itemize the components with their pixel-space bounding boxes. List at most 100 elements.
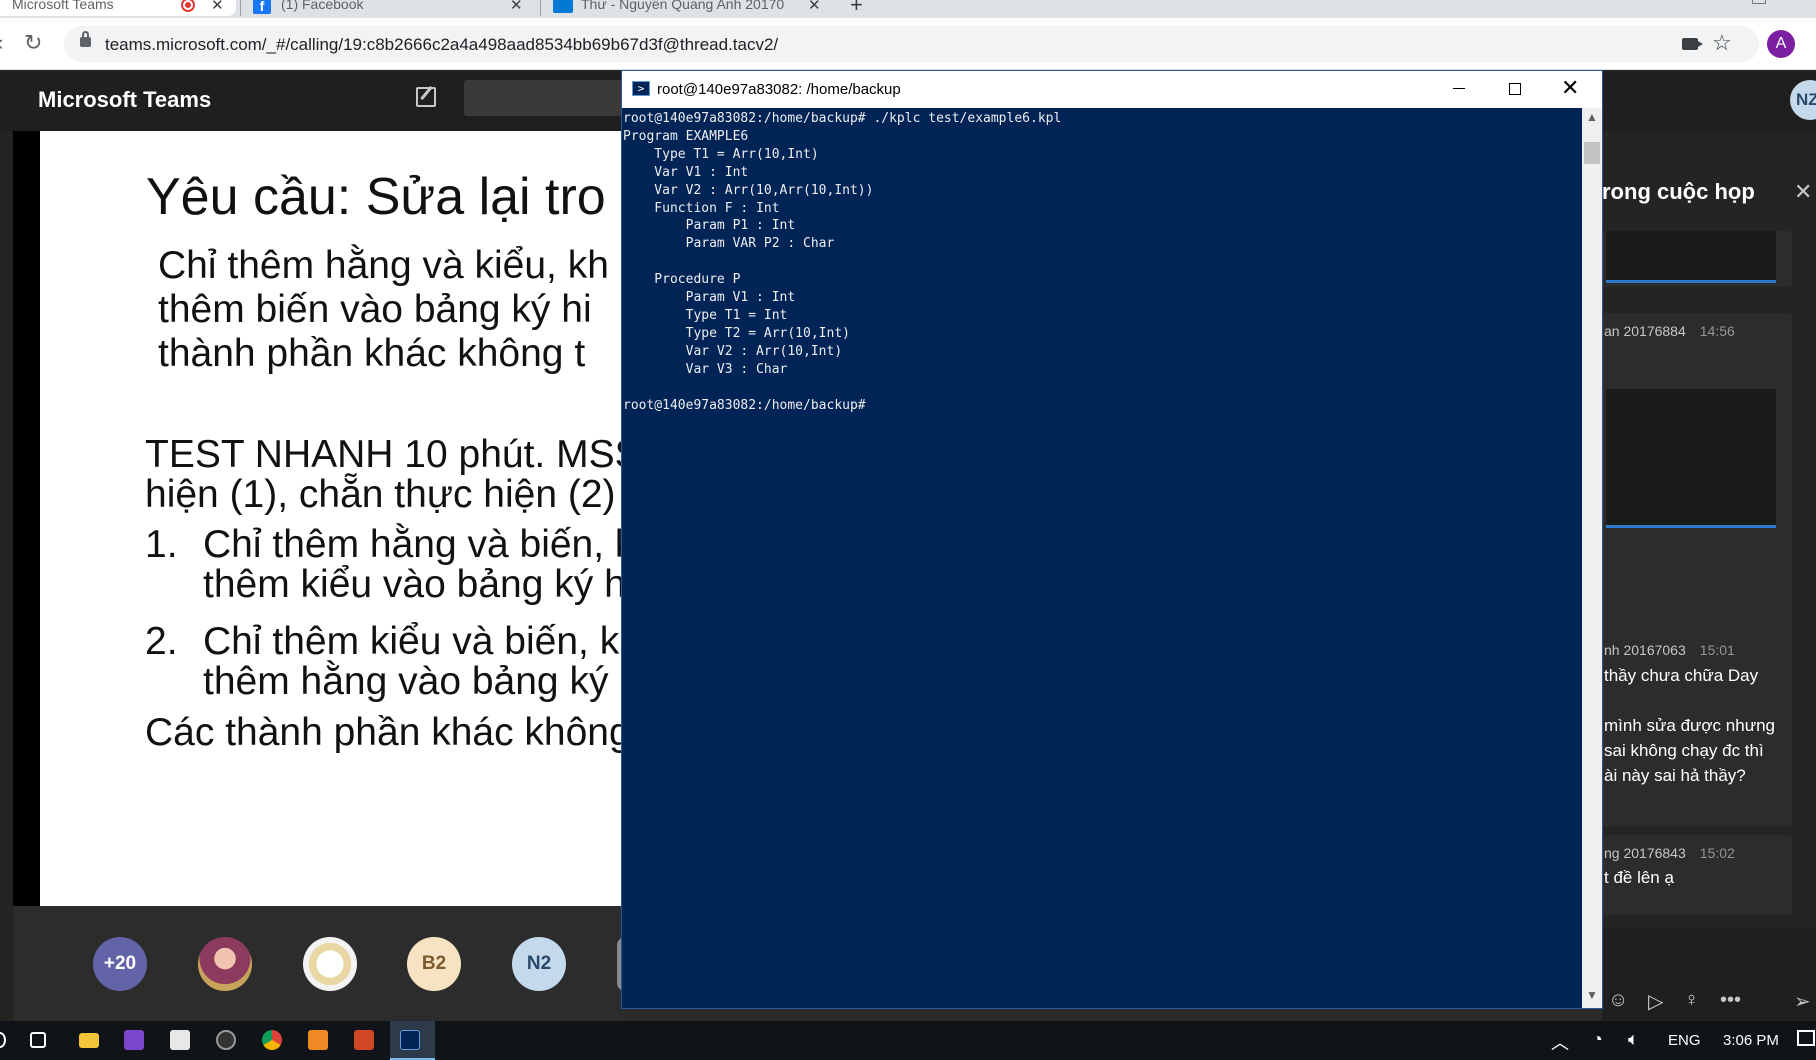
clock[interactable]: 3:06 PM xyxy=(1723,1032,1779,1049)
scrollbar[interactable]: ▲ ▼ xyxy=(1582,108,1602,1008)
close-icon[interactable]: ✕ xyxy=(510,0,523,14)
chevron-up-icon[interactable]: ︿ xyxy=(1551,1029,1569,1055)
close-icon[interactable]: ✕ xyxy=(1561,75,1579,101)
terminal-line: Type T2 = Arr(10,Int) xyxy=(623,325,850,341)
app-icon[interactable] xyxy=(170,1030,190,1050)
volume-icon[interactable]: 🔈︎ xyxy=(1628,1029,1639,1050)
task-view-icon[interactable] xyxy=(30,1032,46,1048)
message-author: ng 20176843 xyxy=(1604,845,1686,861)
compose-icon[interactable] xyxy=(416,87,436,107)
visual-studio-icon[interactable] xyxy=(124,1030,144,1050)
message-author: nh 20167063 xyxy=(1604,642,1686,658)
search-input[interactable] xyxy=(464,80,634,116)
app-icon[interactable] xyxy=(216,1030,236,1050)
chat-message-body: mình sửa được nhưng sai không chạy đc th… xyxy=(1602,711,1792,826)
message-text: t đề lên ạ xyxy=(1604,868,1674,887)
participant-strip: +20 B2 N2 xyxy=(13,906,625,1021)
tab-label: Thư - Nguyễn Quang Anh 20170 xyxy=(581,0,785,12)
terminal-line: Var V1 : Int xyxy=(623,164,749,180)
sticker-icon[interactable]: ☺ xyxy=(1608,989,1628,1012)
message-time: 14:56 xyxy=(1699,323,1735,339)
message-meta: ng 20176843 15:02 xyxy=(1604,845,1735,861)
tab-facebook[interactable]: f (1) Facebook ✕ xyxy=(245,0,535,16)
chrome-icon[interactable] xyxy=(262,1030,282,1050)
outlook-icon xyxy=(553,0,573,13)
slide-text: Các thành phần khác không xyxy=(145,711,625,754)
scroll-down-icon[interactable]: ▼ xyxy=(1586,988,1598,1002)
search-icon[interactable] xyxy=(0,1032,6,1048)
new-tab-button[interactable]: + xyxy=(850,0,863,18)
sublime-text-icon[interactable] xyxy=(308,1030,328,1050)
message-text: ài này sai hả thầy? xyxy=(1604,766,1746,785)
camera-blocked-icon[interactable] xyxy=(1682,38,1703,50)
window-titlebar[interactable]: > root@140e97a83082: /home/backup ✕ xyxy=(622,71,1602,108)
back-arrow-icon[interactable]: ‹ xyxy=(0,30,3,56)
facebook-icon: f xyxy=(253,0,271,14)
screenshot-thumbnail[interactable] xyxy=(1606,389,1776,528)
slide-text: Chỉ thêm hằng và kiểu, kh xyxy=(158,244,609,287)
message-time: 15:01 xyxy=(1699,642,1735,658)
scroll-thumb[interactable] xyxy=(1584,142,1600,164)
meet-now-icon[interactable]: ▷ xyxy=(1648,989,1663,1014)
screenshot-thumbnail[interactable] xyxy=(1606,231,1776,283)
powershell-icon[interactable] xyxy=(400,1030,420,1050)
url-text[interactable]: teams.microsoft.com/_#/calling/19:c8b266… xyxy=(105,35,778,55)
send-icon[interactable]: ➢ xyxy=(1794,989,1811,1014)
terminal-text: root@140e97a83082:/home/backup# ./kplc t… xyxy=(623,110,1061,414)
tab-divider xyxy=(540,0,541,16)
terminal-line: Var V2 : Arr(10,Int) xyxy=(623,343,843,359)
more-participants-badge[interactable]: +20 xyxy=(93,937,147,991)
praise-icon[interactable]: ♀ xyxy=(1684,989,1699,1012)
chat-message xyxy=(1602,231,1792,287)
powershell-icon: > xyxy=(632,81,650,96)
powershell-window: > root@140e97a83082: /home/backup ✕ root… xyxy=(621,70,1603,1009)
slide-text: TEST NHANH 10 phút. MSSV xyxy=(145,433,625,476)
slide-text: Chỉ thêm hằng và biến, k xyxy=(203,523,625,566)
close-icon[interactable]: ✕ xyxy=(211,0,224,14)
chat-message: an 20176884 14:56 nh 20167063 15:01 thầy c… xyxy=(1602,313,1792,713)
notification-icon[interactable] xyxy=(1797,1030,1815,1046)
participant-avatar[interactable] xyxy=(303,937,357,991)
wifi-icon[interactable]: ◔ xyxy=(1592,1029,1603,1050)
more-options-icon[interactable]: ••• xyxy=(1720,989,1741,1012)
tab-label: Microsoft Teams xyxy=(12,0,114,12)
tab-outlook-mail[interactable]: Thư - Nguyễn Quang Anh 20170 ✕ xyxy=(545,0,830,16)
maximize-icon[interactable] xyxy=(1509,83,1521,95)
message-text: sai không chạy đc thì xyxy=(1604,741,1764,760)
profile-avatar[interactable]: A xyxy=(1767,30,1795,58)
left-rail xyxy=(0,131,13,1021)
scroll-up-icon[interactable]: ▲ xyxy=(1586,110,1598,124)
close-icon[interactable]: ✕ xyxy=(808,0,821,14)
chat-panel-title: rong cuộc họp xyxy=(1602,179,1755,204)
window-minimize-icon[interactable] xyxy=(1752,0,1766,4)
terminal-line: Param V1 : Int xyxy=(623,290,796,306)
close-icon[interactable]: ✕ xyxy=(1794,179,1812,205)
lock-icon[interactable] xyxy=(80,31,91,47)
address-bar[interactable]: teams.microsoft.com/_#/calling/19:c8b266… xyxy=(64,26,1759,62)
participant-avatar[interactable]: N2 xyxy=(512,937,566,991)
reload-icon[interactable]: ↻ xyxy=(24,30,42,56)
user-avatar[interactable]: NZ xyxy=(1790,80,1816,120)
participant-avatar[interactable] xyxy=(198,937,252,991)
tab-divider xyxy=(240,0,241,16)
minimize-icon[interactable] xyxy=(1453,88,1465,89)
slide-text: Chỉ thêm kiểu và biến, k xyxy=(203,620,620,663)
list-number: 2. xyxy=(145,620,178,663)
tab-microsoft-teams[interactable]: Microsoft Teams ✕ xyxy=(0,0,236,16)
input-language[interactable]: ENG xyxy=(1668,1032,1701,1049)
slide-title: Yêu cầu: Sửa lại tro xyxy=(146,168,606,226)
file-explorer-icon[interactable] xyxy=(79,1033,99,1048)
browser-tab-strip: Microsoft Teams ✕ f (1) Facebook ✕ Thư -… xyxy=(0,0,1816,18)
chat-compose-area[interactable] xyxy=(1602,929,1816,1021)
terminal-line: root@140e97a83082:/home/backup# xyxy=(623,397,866,413)
terminal-output[interactable]: root@140e97a83082:/home/backup# ./kplc t… xyxy=(622,108,1582,1008)
terminal-line: Param VAR P2 : Char xyxy=(623,236,835,252)
bookmark-star-icon[interactable]: ☆ xyxy=(1712,30,1732,56)
slide-text: thêm hằng vào bảng ký xyxy=(203,660,609,703)
powerpoint-icon[interactable] xyxy=(354,1030,374,1050)
participant-avatar[interactable]: B2 xyxy=(407,937,461,991)
message-meta: an 20176884 14:56 xyxy=(1604,323,1735,339)
meeting-chat-panel: rong cuộc họp ✕ an 20176884 14:56 nh 2016… xyxy=(1602,131,1816,1021)
list-number: 1. xyxy=(145,523,178,566)
